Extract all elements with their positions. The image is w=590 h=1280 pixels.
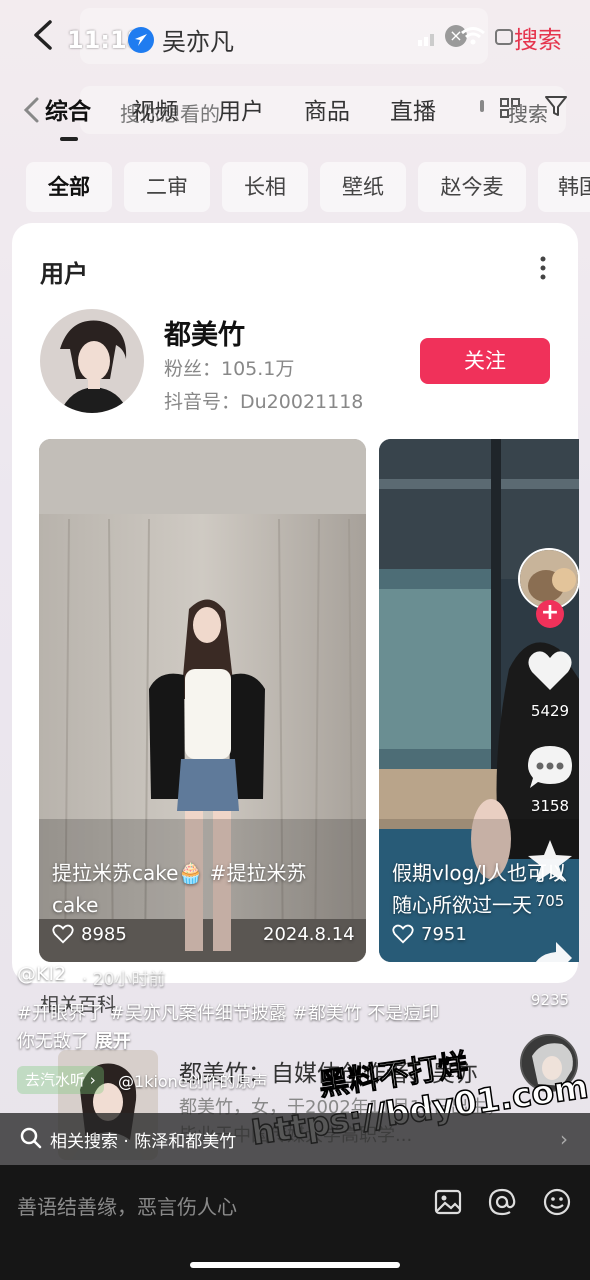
- share-count: 9235: [530, 991, 570, 1009]
- tab-user[interactable]: 用户: [218, 92, 264, 126]
- wifi-icon: [461, 27, 485, 45]
- chip-all[interactable]: 全部: [26, 162, 112, 212]
- post-time: · 20小时前: [82, 970, 166, 990]
- tab-goods[interactable]: 商品: [304, 92, 350, 126]
- tab-video[interactable]: 视频: [132, 92, 178, 126]
- active-tab-indicator: [60, 137, 78, 141]
- related-search-bar[interactable]: 相关搜索 · 陈泽和都美竹 ›: [0, 1113, 590, 1165]
- share-arrow-icon[interactable]: [528, 940, 574, 978]
- like-count: 5429: [530, 702, 570, 720]
- heart-outline-icon: [52, 923, 76, 947]
- mic-icon: [480, 100, 484, 112]
- video-title: 提拉米苏cake🧁 #提拉米苏cake: [52, 861, 307, 917]
- follow-plus-icon[interactable]: +: [536, 600, 564, 628]
- chevron-right-icon: ›: [560, 1127, 568, 1151]
- search-icon: [20, 1127, 42, 1149]
- filter-chips: 全部 二审 长相 壁纸 赵今麦 韩国: [0, 162, 590, 212]
- status-bar: 吴亦凡 11:18 × 搜索: [0, 0, 590, 72]
- music-credit[interactable]: @1kione创作的原声: [118, 1068, 268, 1092]
- post-caption: #开眼界了 #吴亦凡案件细节披露 #都美竹 不是痘印你无敌了 展开: [17, 1000, 457, 1056]
- search-query[interactable]: 吴亦凡: [162, 22, 234, 57]
- follow-button[interactable]: 关注: [420, 338, 550, 384]
- image-icon[interactable]: [433, 1187, 463, 1217]
- chip-looks[interactable]: 长相: [222, 162, 308, 212]
- chip-second-trial[interactable]: 二审: [124, 162, 210, 212]
- post-author[interactable]: @KI2: [17, 963, 66, 985]
- favorite-star-icon[interactable]: [526, 838, 574, 884]
- comment-bubble-icon[interactable]: [526, 744, 574, 790]
- favorite-count: 705: [535, 892, 565, 910]
- location-icon: [128, 27, 154, 53]
- back-arrow-icon[interactable]: [30, 18, 60, 52]
- user-fans-count: 粉丝：105.1万: [164, 358, 295, 380]
- video-like-count: 7951: [421, 924, 467, 945]
- section-title-users: 用户: [40, 260, 88, 288]
- post-caption-text: #开眼界了 #吴亦凡案件细节披露 #都美竹 不是痘印你无敌了: [17, 1003, 440, 1052]
- home-indicator: [190, 1262, 400, 1268]
- related-search-text: 相关搜索 · 陈泽和都美竹: [50, 1132, 237, 1152]
- tab-live[interactable]: 直播: [390, 92, 436, 126]
- user-avatar[interactable]: [40, 309, 144, 413]
- more-options-icon[interactable]: [540, 256, 546, 280]
- tab-all[interactable]: 综合: [45, 92, 91, 126]
- video-like-count: 8985: [81, 924, 127, 945]
- chip-zhao-jinmai[interactable]: 赵今麦: [418, 162, 526, 212]
- user-douyin-id: 抖音号：Du20021118: [164, 391, 364, 413]
- filter-icon[interactable]: [544, 94, 568, 118]
- mention-icon[interactable]: [487, 1187, 517, 1217]
- battery-icon: [495, 29, 513, 45]
- expand-link[interactable]: 展开: [95, 1031, 131, 1052]
- chip-wallpaper[interactable]: 壁纸: [320, 162, 406, 212]
- music-app-chip[interactable]: 去汽水听 ›: [17, 1066, 104, 1094]
- chip-korea[interactable]: 韩国: [538, 162, 590, 212]
- signal-icon: [418, 34, 434, 46]
- ghost-search-button: 搜索: [508, 102, 548, 126]
- emoji-icon[interactable]: [542, 1187, 572, 1217]
- video-tile-1[interactable]: 提拉米苏cake🧁 #提拉米苏cake 8985 2024.8.14: [39, 439, 366, 962]
- comment-input[interactable]: 善语结善缘，恶言伤人心: [17, 1191, 237, 1220]
- video-date: 2024.8.14: [263, 924, 355, 945]
- search-button[interactable]: 搜索: [514, 20, 562, 55]
- user-name[interactable]: 都美竹: [164, 313, 245, 352]
- comment-count: 3158: [530, 797, 570, 815]
- heart-outline-icon: [392, 923, 416, 947]
- like-heart-icon[interactable]: [526, 648, 574, 692]
